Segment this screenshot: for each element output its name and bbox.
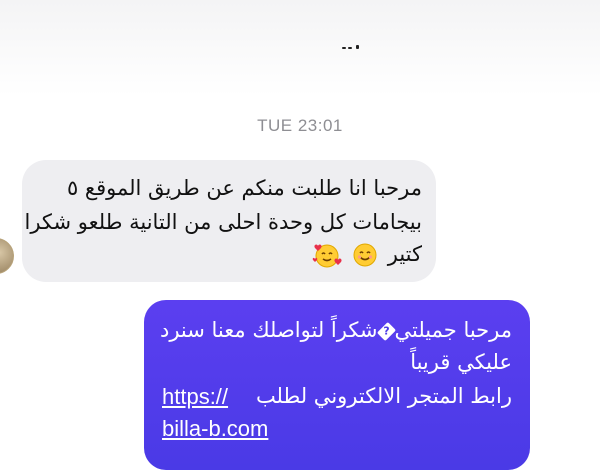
smiling-face-emoji xyxy=(353,243,377,267)
header-fragment xyxy=(342,44,362,50)
outgoing-greeting: مرحبا جميلتي xyxy=(394,318,512,342)
incoming-message-line-last: كتير xyxy=(312,242,422,268)
store-link-domain[interactable]: billa-b.com xyxy=(162,416,268,442)
header-area xyxy=(0,0,600,96)
incoming-message-text: كتير xyxy=(387,242,422,266)
incoming-message-bubble[interactable]: مرحبا انا طلبت منكم عن طريق الموقع ٥ بيج… xyxy=(22,160,436,282)
sender-avatar[interactable] xyxy=(0,238,14,274)
unknown-character-icon: ? xyxy=(376,321,396,341)
outgoing-thanks: شكراً لتواصلك معنا سنرد xyxy=(159,318,378,342)
outgoing-message-bubble[interactable]: مرحبا جميلتي?شكراً لتواصلك معنا سنرد علي… xyxy=(144,300,530,470)
store-link[interactable]: https:// xyxy=(162,384,228,410)
outgoing-message-line: عليكي قريباً xyxy=(410,350,512,374)
incoming-message-line: بيجامات كل وحدة احلى من التانية طلعو شكر… xyxy=(24,210,422,234)
incoming-message-line: مرحبا انا طلبت منكم عن طريق الموقع ٥ xyxy=(66,176,422,200)
outgoing-message-line: رابط المتجر الالكتروني لطلب xyxy=(255,384,512,408)
outgoing-message-line: مرحبا جميلتي?شكراً لتواصلك معنا سنرد xyxy=(160,318,512,342)
message-timestamp: TUE 23:01 xyxy=(257,116,343,135)
smiling-face-with-hearts-emoji xyxy=(312,242,342,268)
